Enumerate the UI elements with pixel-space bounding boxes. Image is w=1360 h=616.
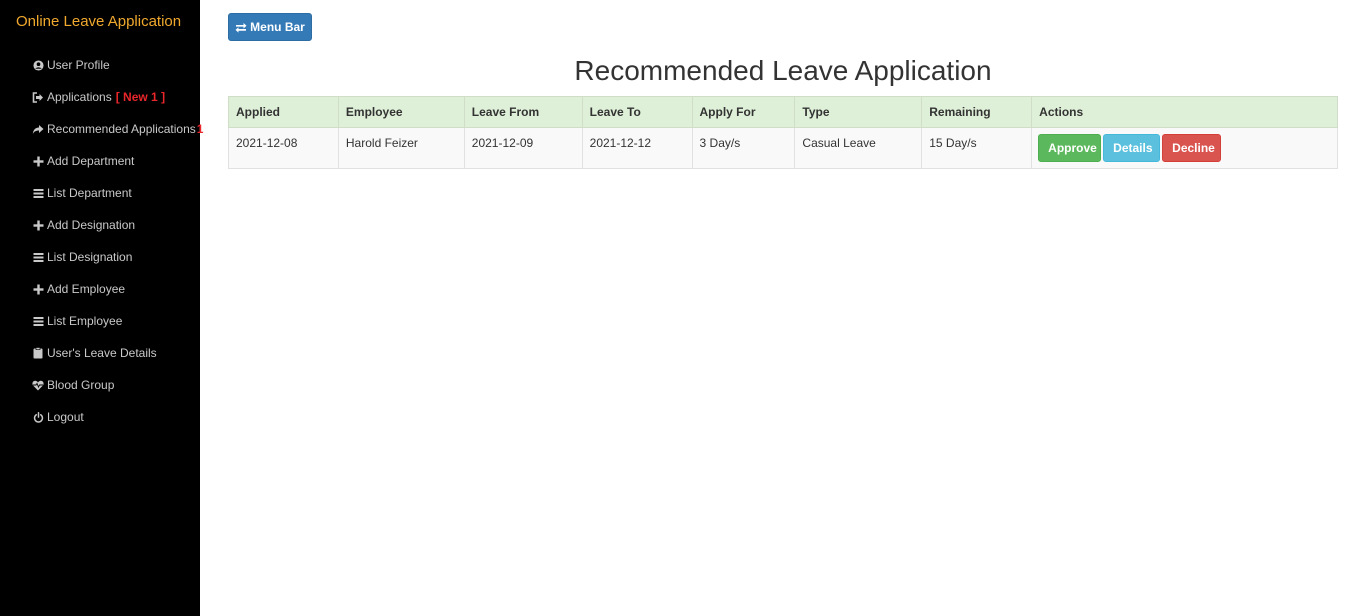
leave-table: Applied Employee Leave From Leave To App…: [228, 96, 1338, 169]
sidebar-item-label: List Designation: [47, 250, 133, 264]
sidebar-item-applications[interactable]: Applications [ New 1 ]: [32, 81, 200, 113]
header-leave-from: Leave From: [463, 96, 583, 128]
new-badge: [ New 1 ]: [115, 90, 166, 104]
page-title: Recommended Leave Application: [574, 55, 992, 86]
brand-title[interactable]: Online Leave Application: [16, 13, 181, 30]
list-icon: [32, 187, 44, 199]
sidebar-item-label: Recommended Applications: [47, 122, 196, 136]
header-actions: Actions: [1031, 96, 1338, 128]
sidebar-item-users-leave-details[interactable]: User's Leave Details: [32, 337, 200, 369]
count-badge: 1: [196, 122, 204, 136]
sidebar-item-label: User Profile: [47, 58, 110, 72]
swap-arrows-icon: [235, 22, 247, 33]
cell-applied: 2021-12-08: [228, 127, 339, 169]
cell-employee: Harold Feizer: [337, 127, 465, 169]
header-type: Type: [794, 96, 923, 128]
plus-icon: [32, 155, 44, 167]
cell-leave-to: 2021-12-12: [581, 127, 693, 169]
sidebar-item-label: User's Leave Details: [47, 346, 157, 360]
heartbeat-icon: [32, 379, 44, 391]
sidebar-item-label: Add Designation: [47, 218, 136, 232]
menu-bar-button[interactable]: Menu Bar: [228, 13, 312, 41]
sidebar-item-label: Logout: [47, 410, 84, 424]
cell-apply-for: 3 Day/s: [691, 127, 796, 169]
clipboard-icon: [32, 347, 44, 359]
sidebar-item-add-department[interactable]: Add Department: [32, 145, 200, 177]
list-icon: [32, 251, 44, 263]
sidebar-item-blood-group[interactable]: Blood Group: [32, 369, 200, 401]
power-icon: [32, 411, 44, 423]
sign-out-icon: [32, 91, 44, 103]
menu-bar-label: Menu Bar: [250, 20, 305, 34]
sidebar-item-label: Add Employee: [47, 282, 126, 296]
sidebar-item-list-designation[interactable]: List Designation: [32, 241, 200, 273]
header-remaining: Remaining: [921, 96, 1033, 128]
sidebar-nav: User Profile Applications [ New 1 ] Reco…: [32, 49, 203, 433]
sidebar: Online Leave Application User Profile Ap…: [0, 0, 203, 616]
sidebar-item-list-employee[interactable]: List Employee: [32, 305, 200, 337]
cell-actions: Approve Details Decline: [1031, 127, 1338, 169]
sidebar-item-label: Applications: [47, 90, 112, 104]
sidebar-item-label: List Department: [47, 186, 132, 200]
plus-icon: [32, 283, 44, 295]
list-icon: [32, 315, 44, 327]
share-arrow-icon: [32, 123, 44, 135]
decline-button[interactable]: Decline: [1162, 134, 1222, 162]
header-apply-for: Apply For: [691, 96, 796, 128]
table-header-row: Applied Employee Leave From Leave To App…: [228, 96, 1338, 128]
cell-remaining: 15 Day/s: [921, 127, 1033, 169]
header-applied: Applied: [228, 96, 339, 128]
cell-leave-from: 2021-12-09: [463, 127, 583, 169]
sidebar-item-logout[interactable]: Logout: [32, 401, 200, 433]
approve-button[interactable]: Approve: [1038, 134, 1102, 162]
header-leave-to: Leave To: [581, 96, 693, 128]
sidebar-item-label: Add Department: [47, 154, 135, 168]
user-circle-icon: [32, 59, 44, 71]
sidebar-item-add-employee[interactable]: Add Employee: [32, 273, 200, 305]
sidebar-item-label: Blood Group: [47, 378, 115, 392]
cell-type: Casual Leave: [794, 127, 923, 169]
sidebar-item-user-profile[interactable]: User Profile: [32, 49, 200, 81]
sidebar-item-label: List Employee: [47, 314, 123, 328]
sidebar-item-recommended-applications[interactable]: Recommended Applications 1: [32, 113, 203, 145]
header-employee: Employee: [337, 96, 465, 128]
sidebar-item-add-designation[interactable]: Add Designation: [32, 209, 200, 241]
sidebar-item-list-department[interactable]: List Department: [32, 177, 200, 209]
table-row: 2021-12-08 Harold Feizer 2021-12-09 2021…: [228, 127, 1338, 169]
details-button[interactable]: Details: [1103, 134, 1161, 162]
plus-icon: [32, 219, 44, 231]
